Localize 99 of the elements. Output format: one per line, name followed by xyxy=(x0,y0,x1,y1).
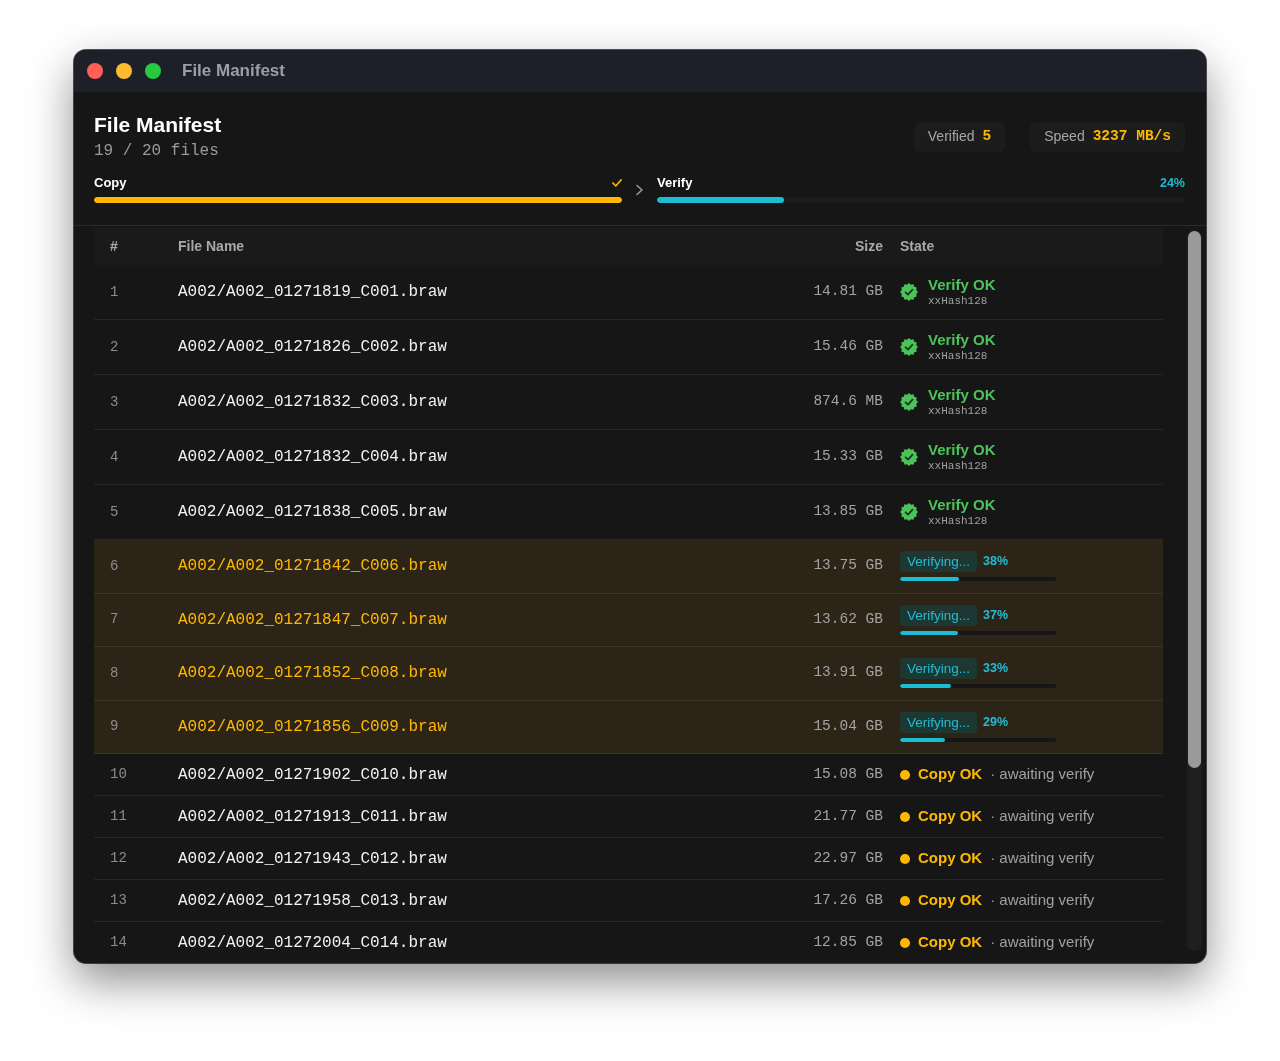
row-number: 8 xyxy=(109,663,120,683)
stat-label: Speed xyxy=(1044,127,1085,146)
column-header: # xyxy=(109,237,119,256)
percentage: 33% xyxy=(983,660,1009,678)
file-size: 15.46 GB xyxy=(813,337,883,357)
minimize-icon[interactable] xyxy=(116,63,132,79)
file-size: 21.77 GB xyxy=(813,806,883,826)
file-name: A002/A002_01271832_C004.braw xyxy=(178,447,448,468)
percentage: 29% xyxy=(983,713,1009,731)
status-dot-icon xyxy=(900,937,910,948)
close-icon[interactable] xyxy=(87,63,103,79)
status-pill: Verifying... xyxy=(900,604,978,626)
status-pill: Verifying... xyxy=(900,658,978,680)
column-header: State xyxy=(899,237,936,256)
file-name: A002/A002_01271819_C001.braw xyxy=(178,282,448,303)
hash-type: xxHash128 xyxy=(928,514,989,528)
row-number: 4 xyxy=(109,447,120,467)
status-label: Copy OK xyxy=(918,890,983,911)
status-note: · awaiting verify xyxy=(990,932,1095,953)
row-number: 14 xyxy=(109,933,128,952)
file-size: 15.08 GB xyxy=(813,764,883,784)
file-name: A002/A002_01271856_C009.braw xyxy=(178,716,448,738)
page-title: File Manifest xyxy=(94,112,222,137)
stage-label: Verify xyxy=(657,175,693,191)
status-label: Copy OK xyxy=(918,764,983,785)
hash-type: xxHash128 xyxy=(928,404,989,418)
file-name: A002/A002_01271852_C008.braw xyxy=(178,663,448,685)
file-name: A002/A002_01271847_C007.braw xyxy=(178,609,448,631)
status-label: Copy OK xyxy=(918,848,983,869)
status-dot-icon xyxy=(900,811,910,822)
file-name: A002/A002_01271838_C005.braw xyxy=(178,502,448,523)
file-name: A002/A002_01271958_C013.braw xyxy=(178,890,448,912)
stage-percentage: 24% xyxy=(1159,175,1185,191)
status-dot-icon xyxy=(900,853,910,864)
status-label: Verify OK xyxy=(928,441,996,459)
file-size: 874.6 MB xyxy=(813,392,883,412)
stat-label: Verified xyxy=(927,127,975,146)
row-number: 12 xyxy=(109,849,128,868)
row-number: 9 xyxy=(109,717,120,737)
file-size: 15.33 GB xyxy=(813,447,883,467)
hash-type: xxHash128 xyxy=(928,349,989,363)
file-size: 13.91 GB xyxy=(813,663,883,683)
row-number: 1 xyxy=(109,282,120,302)
file-size: 14.81 GB xyxy=(813,282,883,302)
file-name: A002/A002_01271902_C010.braw xyxy=(178,764,448,786)
column-header: File Name xyxy=(178,237,246,256)
window-title: File Manifest xyxy=(182,60,285,83)
file-size: 13.62 GB xyxy=(813,609,883,629)
verified-seal-icon xyxy=(900,283,918,301)
status-label: Verify OK xyxy=(928,496,996,514)
file-name: A002/A002_01271943_C012.braw xyxy=(178,848,448,870)
status-label: Copy OK xyxy=(918,806,983,827)
status-dot-icon xyxy=(900,769,910,780)
file-size: 22.97 GB xyxy=(813,848,883,868)
row-number: 6 xyxy=(109,556,120,576)
row-number: 5 xyxy=(109,502,120,522)
verified-seal-icon xyxy=(900,393,918,411)
file-count: 19 / 20 files xyxy=(94,141,220,161)
file-name: A002/A002_01271826_C002.braw xyxy=(178,337,448,358)
status-label: Copy OK xyxy=(918,932,983,953)
status-note: · awaiting verify xyxy=(990,848,1095,869)
file-size: 13.75 GB xyxy=(813,556,883,576)
status-label: Verify OK xyxy=(928,386,996,404)
verified-seal-icon xyxy=(900,338,918,356)
percentage: 37% xyxy=(983,606,1009,624)
file-name: A002/A002_01271913_C011.braw xyxy=(178,806,448,828)
status-label: Verify OK xyxy=(928,276,996,294)
status-note: · awaiting verify xyxy=(990,890,1095,911)
percentage: 38% xyxy=(983,553,1009,571)
status-label: Verify OK xyxy=(928,331,996,349)
status-pill: Verifying... xyxy=(900,711,978,733)
hash-type: xxHash128 xyxy=(928,459,989,473)
file-size: 15.04 GB xyxy=(813,716,883,736)
file-size: 17.26 GB xyxy=(813,890,883,910)
column-header: Size xyxy=(855,237,883,256)
file-size: 12.85 GB xyxy=(813,932,883,952)
status-dot-icon xyxy=(900,895,910,906)
file-name: A002/A002_01272004_C014.braw xyxy=(178,932,448,954)
status-note: · awaiting verify xyxy=(990,806,1095,827)
file-name: A002/A002_01271842_C006.braw xyxy=(178,556,448,578)
verified-seal-icon xyxy=(900,503,918,521)
file-name: A002/A002_01271832_C003.braw xyxy=(178,392,448,413)
row-number: 10 xyxy=(109,765,128,784)
status-pill: Verifying... xyxy=(900,551,978,573)
hash-type: xxHash128 xyxy=(928,294,989,308)
row-number: 2 xyxy=(109,337,120,357)
row-number: 7 xyxy=(109,610,120,630)
chevron-right-icon xyxy=(635,184,644,196)
stat-value: 5 xyxy=(982,126,992,146)
scrollbar-thumb[interactable] xyxy=(1188,231,1201,768)
verified-seal-icon xyxy=(900,448,918,466)
zoom-icon[interactable] xyxy=(145,63,161,79)
stat-value: 3237 MB/s xyxy=(1092,126,1171,146)
row-number: 11 xyxy=(109,807,128,826)
file-size: 13.85 GB xyxy=(813,502,883,522)
row-number: 3 xyxy=(109,392,120,412)
stage-label: Copy xyxy=(94,175,127,191)
row-number: 13 xyxy=(109,891,128,910)
status-note: · awaiting verify xyxy=(990,764,1095,785)
